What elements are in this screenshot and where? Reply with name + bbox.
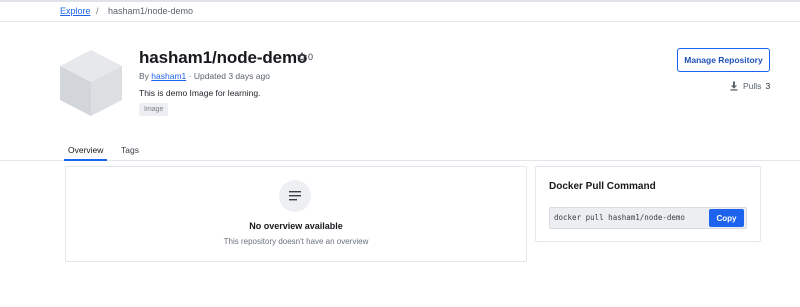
star-count[interactable]: 0	[296, 51, 314, 62]
pull-command-panel: Docker Pull Command docker pull hasham1/…	[535, 166, 761, 242]
pull-command-box: docker pull hasham1/node-demo Copy	[549, 207, 747, 229]
owner-link[interactable]: hasham1	[151, 71, 186, 81]
repo-title: hasham1/node-demo	[139, 48, 308, 67]
overview-panel: No overview available This repository do…	[65, 166, 527, 262]
breadcrumb-separator: /	[96, 6, 99, 16]
image-badge: Image	[139, 103, 169, 116]
no-overview-title: No overview available	[249, 221, 343, 231]
no-overview-subtitle: This repository doesn't have an overview	[223, 237, 369, 246]
pull-command-text[interactable]: docker pull hasham1/node-demo	[554, 213, 685, 222]
active-tab-indicator	[64, 159, 107, 161]
star-icon[interactable]	[296, 51, 308, 62]
tab-tags[interactable]: Tags	[121, 145, 139, 155]
document-icon	[279, 180, 311, 212]
download-icon	[729, 81, 739, 91]
repo-meta: By hasham1 · Updated 3 days ago	[139, 71, 270, 81]
copy-button[interactable]: Copy	[709, 209, 744, 227]
pulls-value: 3	[765, 81, 771, 91]
cube-icon	[58, 48, 124, 118]
manage-repository-button[interactable]: Manage Repository	[677, 48, 770, 72]
breadcrumb-current: hasham1/node-demo	[108, 6, 194, 16]
tab-overview[interactable]: Overview	[68, 145, 103, 155]
pull-command-title: Docker Pull Command	[549, 181, 656, 192]
breadcrumb-explore-link[interactable]: Explore	[60, 6, 91, 16]
pulls-label: Pulls	[743, 81, 762, 91]
star-count-value: 0	[308, 52, 314, 62]
tab-bar: Overview Tags	[0, 140, 800, 161]
updated-text: · Updated 3 days ago	[188, 71, 270, 81]
by-label: By	[139, 71, 149, 81]
breadcrumb: Explore / hasham1/node-demo	[0, 2, 800, 22]
repo-description: This is demo Image for learning.	[139, 88, 261, 98]
pulls-count: Pulls 3	[729, 81, 770, 91]
